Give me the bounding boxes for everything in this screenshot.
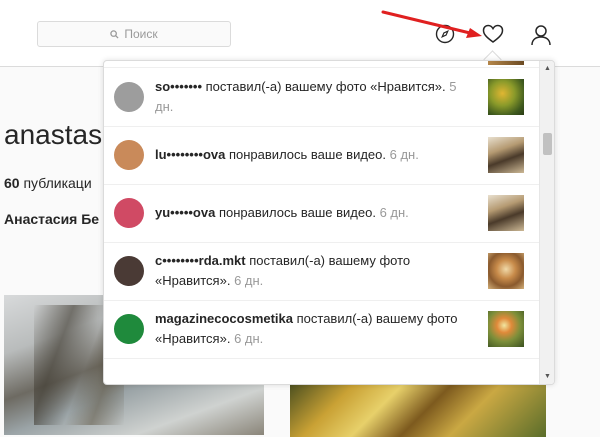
list-item[interactable] xyxy=(104,61,539,68)
notification-action: понравилось ваше видео. xyxy=(215,205,380,220)
activity-list: so••••••• поставил(-а) вашему фото «Нрав… xyxy=(104,61,539,384)
profile-username: anastas xyxy=(4,119,103,150)
user-icon[interactable] xyxy=(530,24,552,51)
notification-text: magazinecocosmetika поставил(-а) вашему … xyxy=(155,309,475,349)
notification-username[interactable]: so••••••• xyxy=(155,79,202,94)
post-thumbnail[interactable] xyxy=(488,137,524,173)
activity-dropdown: so••••••• поставил(-а) вашему фото «Нрав… xyxy=(103,60,555,385)
avatar[interactable] xyxy=(114,82,144,112)
post-thumbnail[interactable] xyxy=(488,253,524,289)
scroll-up-icon[interactable]: ▲ xyxy=(540,61,554,76)
posts-number: 60 xyxy=(4,175,20,191)
search-icon xyxy=(110,29,119,39)
notification-text: yu•••••ova понравилось ваше видео. 6 дн. xyxy=(155,203,475,223)
list-item[interactable]: yu•••••ova понравилось ваше видео. 6 дн. xyxy=(104,184,539,243)
notification-text: c••••••••rda.mkt поставил(-а) вашему фот… xyxy=(155,251,475,291)
notification-time: 6 дн. xyxy=(379,205,409,220)
top-navigation-bar: Поиск xyxy=(0,0,600,67)
posts-count: 60 публикаци xyxy=(4,175,92,191)
post-thumbnail[interactable] xyxy=(488,61,524,65)
compass-icon[interactable] xyxy=(435,24,455,49)
notification-time: 6 дн. xyxy=(389,147,419,162)
posts-label: публикаци xyxy=(23,175,92,191)
notification-username[interactable]: magazinecocosmetika xyxy=(155,311,293,326)
list-item[interactable]: so••••••• поставил(-а) вашему фото «Нрав… xyxy=(104,68,539,127)
notification-action: понравилось ваше видео. xyxy=(225,147,390,162)
notification-username[interactable]: lu••••••••ova xyxy=(155,147,225,162)
notification-time: 6 дн. xyxy=(234,273,264,288)
post-thumbnail[interactable] xyxy=(488,79,524,115)
search-input[interactable]: Поиск xyxy=(37,21,231,47)
scrollbar-thumb[interactable] xyxy=(543,133,552,155)
heart-icon[interactable] xyxy=(482,24,504,49)
notification-username[interactable]: c••••••••rda.mkt xyxy=(155,253,246,268)
post-thumbnail[interactable] xyxy=(488,311,524,347)
avatar[interactable] xyxy=(114,314,144,344)
avatar[interactable] xyxy=(114,140,144,170)
avatar[interactable] xyxy=(114,198,144,228)
list-item[interactable]: magazinecocosmetika поставил(-а) вашему … xyxy=(104,300,539,359)
list-item[interactable]: c••••••••rda.mkt поставил(-а) вашему фот… xyxy=(104,242,539,301)
scrollbar[interactable]: ▲ ▼ xyxy=(539,61,554,384)
profile-full-name: Анастасия Бе xyxy=(4,211,100,227)
list-item[interactable]: lu••••••••ova понравилось ваше видео. 6 … xyxy=(104,126,539,185)
notification-text: lu••••••••ova понравилось ваше видео. 6 … xyxy=(155,145,475,165)
notification-username[interactable]: yu•••••ova xyxy=(155,205,215,220)
notification-time: 6 дн. xyxy=(234,331,264,346)
avatar[interactable] xyxy=(114,256,144,286)
scroll-down-icon[interactable]: ▼ xyxy=(540,369,554,384)
post-thumbnail[interactable] xyxy=(488,195,524,231)
notification-text: so••••••• поставил(-а) вашему фото «Нрав… xyxy=(155,77,475,117)
search-placeholder: Поиск xyxy=(124,27,158,41)
notification-action: поставил(-а) вашему фото «Нравится». xyxy=(202,79,450,94)
